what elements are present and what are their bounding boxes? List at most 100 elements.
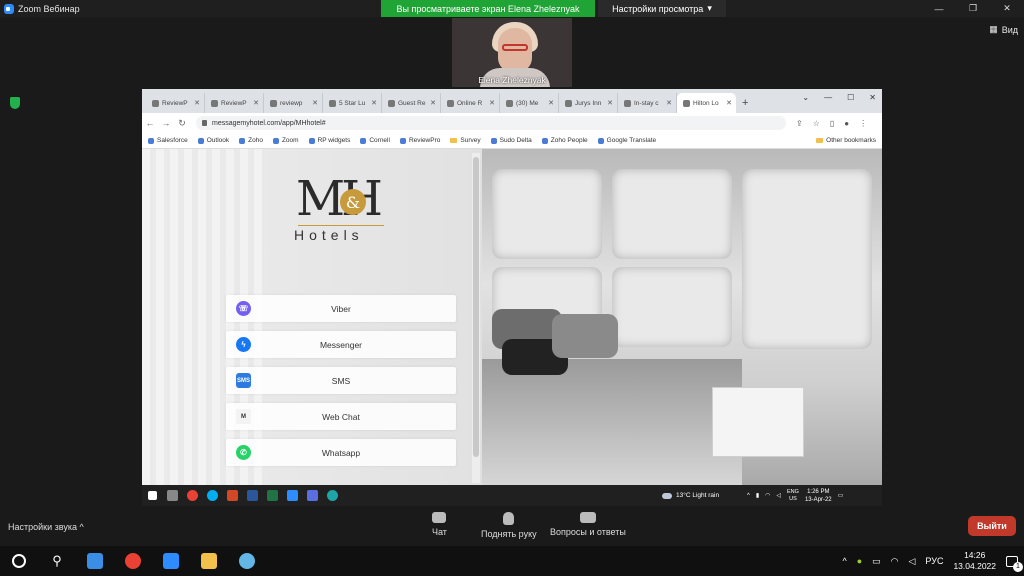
clock[interactable]: 14:26 13.04.2022 [953, 550, 996, 572]
chrome-taskbar-icon[interactable] [182, 485, 202, 506]
wifi-icon[interactable]: ◠ [891, 556, 899, 567]
notifications-icon[interactable]: 1 [1006, 555, 1023, 572]
sound-settings-button[interactable]: Настройки звука ^ [8, 522, 84, 532]
bookmark-item[interactable]: Zoom [272, 137, 299, 144]
browser-tab[interactable]: Guest Re ✕ [382, 93, 441, 113]
browser-minimize-button[interactable]: — [824, 93, 832, 102]
notification-icon[interactable]: ▭ [838, 492, 844, 499]
browser-tab[interactable]: In-stay c ✕ [618, 93, 677, 113]
scrollbar-thumb[interactable] [473, 157, 479, 457]
start-button[interactable] [0, 546, 38, 576]
start-icon[interactable] [142, 485, 162, 506]
chat-button[interactable]: Чат [432, 512, 447, 537]
reload-icon[interactable]: ↻ [174, 118, 190, 129]
share-icon[interactable]: ⇪ [796, 119, 803, 128]
bookmark-item[interactable]: Google Translate [597, 137, 656, 144]
tray-chevron-icon[interactable]: ^ [842, 556, 846, 566]
other-bookmarks[interactable]: Other bookmarks [816, 137, 876, 144]
view-settings-button[interactable]: Настройки просмотра ▾ [598, 0, 726, 17]
close-tab-icon[interactable]: ✕ [312, 99, 318, 107]
browser-tab[interactable]: ReviewP ✕ [146, 93, 205, 113]
chrome-taskbar-button[interactable] [114, 546, 152, 576]
exit-button[interactable]: Выйти [968, 516, 1016, 536]
bookmark-item[interactable]: Cornell [360, 137, 390, 144]
browser-tab[interactable]: (30) Me ✕ [500, 93, 559, 113]
raise-hand-label: Поднять руку [481, 529, 537, 539]
store-taskbar-icon[interactable] [76, 546, 114, 576]
more-menu-icon[interactable]: ⋮ [859, 119, 867, 128]
bookmark-item[interactable]: Outlook [197, 137, 229, 144]
search-button[interactable]: ⚲ [38, 546, 76, 576]
powerpoint-taskbar-icon[interactable] [222, 485, 242, 506]
word-taskbar-icon[interactable] [242, 485, 262, 506]
remote-language-indicator[interactable]: ENG US [787, 489, 799, 503]
close-tab-icon[interactable]: ✕ [253, 99, 259, 107]
close-tab-icon[interactable]: ✕ [194, 99, 200, 107]
edge-taskbar-icon[interactable] [322, 485, 342, 506]
star-icon[interactable]: ☆ [813, 119, 820, 128]
bookmark-item[interactable]: Survey [450, 137, 481, 144]
profile-avatar[interactable]: ● [844, 119, 849, 128]
address-bar[interactable]: messagemyhotel.com/app/MHhotel# [196, 116, 786, 130]
zoom-taskbar-icon[interactable] [282, 485, 302, 506]
battery-icon[interactable]: ▮ [756, 492, 759, 499]
bookmark-item[interactable]: Salesforce [148, 137, 188, 144]
weather-widget[interactable]: 13°C Light rain [662, 485, 719, 506]
explorer-taskbar-button[interactable] [190, 546, 228, 576]
skype-taskbar-icon[interactable] [202, 485, 222, 506]
app-tray-icon[interactable]: ● [857, 556, 862, 566]
close-button[interactable]: ✕ [990, 0, 1024, 17]
close-tab-icon[interactable]: ✕ [548, 99, 554, 107]
close-tab-icon[interactable]: ✕ [607, 99, 613, 107]
bookmark-item[interactable]: ReviewPro [399, 137, 440, 144]
close-tab-icon[interactable]: ✕ [371, 99, 377, 107]
qa-button[interactable]: Вопросы и ответы [550, 512, 626, 537]
task-view-icon[interactable] [162, 485, 182, 506]
language-indicator[interactable]: РУС [925, 556, 943, 566]
bookmark-item[interactable]: Sudo Delta [490, 137, 532, 144]
messenger-button[interactable]: ϟ Messenger [226, 331, 456, 358]
url-text: messagemyhotel.com/app/MHhotel# [212, 119, 326, 127]
minimize-button[interactable]: — [922, 0, 956, 17]
webchat-button[interactable]: M Web Chat [226, 403, 456, 430]
wifi-icon[interactable]: ◠ [765, 492, 770, 499]
restore-button[interactable]: ❐ [956, 0, 990, 17]
battery-icon[interactable]: ▭ [872, 556, 881, 567]
tray-chevron-icon[interactable]: ^ [747, 493, 750, 499]
sms-button[interactable]: SMS SMS [226, 367, 456, 394]
browser-tab-active[interactable]: Hilton Lo ✕ [677, 93, 736, 113]
bookmark-item[interactable]: RP widgets [308, 137, 350, 144]
excel-taskbar-icon[interactable] [262, 485, 282, 506]
sidepanel-icon[interactable]: ▯ [830, 119, 834, 128]
whatsapp-button[interactable]: ✆ Whatsapp [226, 439, 456, 466]
browser-close-button[interactable]: ✕ [869, 93, 876, 102]
encryption-shield-icon[interactable] [10, 97, 20, 109]
browser-tab[interactable]: Online R ✕ [441, 93, 500, 113]
volume-icon[interactable]: ◁ [909, 556, 916, 567]
view-button[interactable]: ▦ Вид [989, 24, 1018, 35]
browser-tab[interactable]: ReviewP ✕ [205, 93, 264, 113]
close-tab-icon[interactable]: ✕ [430, 99, 436, 107]
close-tab-icon[interactable]: ✕ [726, 99, 732, 107]
raise-hand-button[interactable]: Поднять руку [481, 512, 537, 539]
browser-tab[interactable]: Jurys Inn ✕ [559, 93, 618, 113]
browser-maximize-button[interactable]: ☐ [847, 93, 854, 102]
paint-taskbar-button[interactable] [228, 546, 266, 576]
close-tab-icon[interactable]: ✕ [489, 99, 495, 107]
volume-icon[interactable]: ◁ [776, 492, 781, 499]
back-icon[interactable]: ← [142, 118, 158, 128]
new-tab-button[interactable]: + [736, 97, 754, 113]
zoom-taskbar-button[interactable] [152, 546, 190, 576]
app-taskbar-icon[interactable] [302, 485, 322, 506]
browser-tab[interactable]: 5 Star Lu ✕ [323, 93, 382, 113]
scrollbar[interactable] [472, 153, 480, 483]
bookmark-item[interactable]: Zoho People [541, 137, 588, 144]
bookmark-item[interactable]: Zoho [239, 137, 263, 144]
forward-icon[interactable]: → [158, 118, 174, 128]
browser-tab[interactable]: reviewp ✕ [264, 93, 323, 113]
tab-search-icon[interactable]: ⌄ [802, 93, 809, 102]
remote-clock[interactable]: 1:26 PM 13-Apr-22 [805, 488, 832, 504]
close-tab-icon[interactable]: ✕ [666, 99, 672, 107]
mh-hotels-logo: MH & Hotels [292, 171, 392, 251]
viber-button[interactable]: ☏ Viber [226, 295, 456, 322]
